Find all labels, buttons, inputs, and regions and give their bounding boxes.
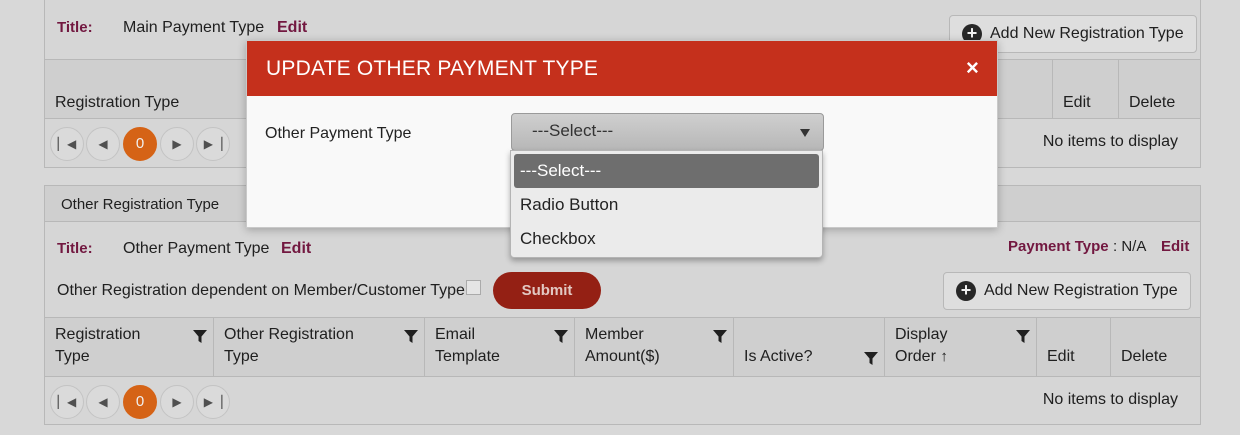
option-checkbox[interactable]: Checkbox (514, 222, 819, 256)
option-radio-button[interactable]: Radio Button (514, 188, 819, 222)
select-current-value: ---Select--- (532, 121, 614, 140)
other-payment-type-select[interactable]: ---Select--- (511, 113, 824, 151)
modal-header: UPDATE OTHER PAYMENT TYPE × (247, 41, 997, 96)
modal-title: UPDATE OTHER PAYMENT TYPE (266, 57, 599, 80)
close-icon[interactable]: × (966, 57, 979, 79)
other-payment-type-label: Other Payment Type (265, 125, 412, 142)
dropdown-arrow-icon (800, 129, 810, 137)
payment-type-dropdown-list: ---Select--- Radio Button Checkbox (510, 150, 823, 258)
option-select[interactable]: ---Select--- (514, 154, 819, 188)
